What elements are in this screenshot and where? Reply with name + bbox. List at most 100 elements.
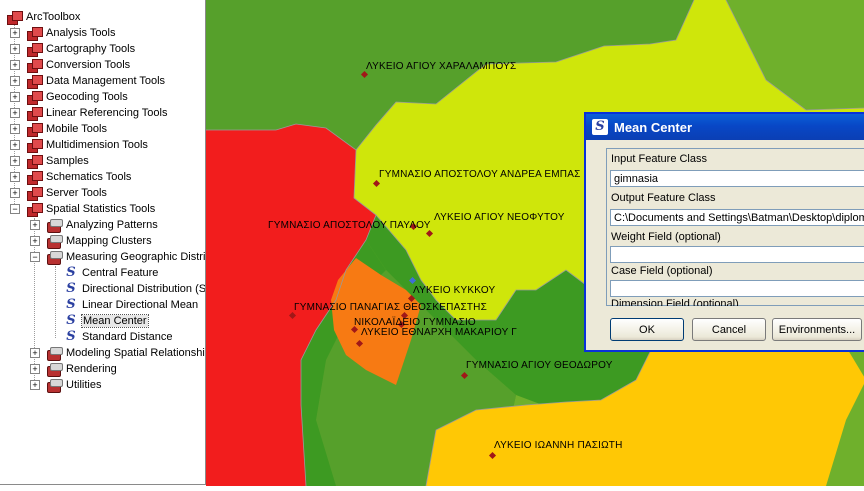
tree-item-label: Linear Directional Mean <box>82 299 199 311</box>
expand-icon[interactable]: + <box>10 140 20 150</box>
input-feature-class-label: Input Feature Class <box>611 153 707 165</box>
script-tool-icon: S <box>66 297 76 312</box>
expand-icon[interactable]: + <box>30 380 40 390</box>
tree-item-label: Spatial Statistics Tools <box>46 203 156 215</box>
expand-icon[interactable]: + <box>10 76 20 86</box>
tree-item-cartography-tools[interactable]: + Cartography Tools <box>10 41 135 57</box>
script-tool-icon: S <box>66 329 76 344</box>
tree-item-label: Server Tools <box>46 187 107 199</box>
tree-item-modeling-spatial-relationships[interactable]: + Modeling Spatial Relationship <box>30 345 206 361</box>
dialog-titlebar[interactable]: S Mean Center <box>586 114 864 140</box>
school-label: ΛΥΚΕΙΟ ΑΓΙΟΥ ΝΕΟΦΥΤΟΥ <box>434 212 565 223</box>
tree-item-schematics-tools[interactable]: + Schematics Tools <box>10 169 131 185</box>
tree-item-central-feature[interactable]: S Central Feature <box>64 265 158 281</box>
tree-item-label: Multidimension Tools <box>46 139 148 151</box>
toolbox-icon <box>26 154 43 169</box>
expand-icon[interactable]: + <box>10 124 20 134</box>
expand-icon[interactable]: + <box>10 92 20 102</box>
expand-icon[interactable]: + <box>10 188 20 198</box>
tree-item-standard-distance[interactable]: S Standard Distance <box>64 329 173 345</box>
tree-item-label: Schematics Tools <box>46 171 132 183</box>
expand-icon[interactable]: + <box>30 236 40 246</box>
weight-field-select[interactable] <box>610 246 864 263</box>
collapse-icon[interactable]: − <box>30 252 40 262</box>
tree-item-analysis-tools[interactable]: + Analysis Tools <box>10 25 116 41</box>
tree-item-label: Cartography Tools <box>46 43 136 55</box>
dialog-title: Mean Center <box>614 119 693 135</box>
tree-item-rendering[interactable]: + Rendering <box>30 361 117 377</box>
tree-item-label: Mobile Tools <box>46 123 107 135</box>
toolbox-icon <box>6 10 23 25</box>
tree-item-label: Mapping Clusters <box>66 235 152 247</box>
tree-item-multidimension-tools[interactable]: + Multidimension Tools <box>10 137 148 153</box>
school-label: ΓΥΜΝΑΣΙΟ ΑΠΟΣΤΟΛΟΥ ΠΑΥΛΟΥ <box>268 220 431 231</box>
tree-item-linear-referencing-tools[interactable]: + Linear Referencing Tools <box>10 105 167 121</box>
toolbox-icon <box>26 42 43 57</box>
arctoolbox-panel: ArcToolbox + Analysis Tools + Cartograph… <box>0 0 206 485</box>
tree-root-label: ArcToolbox <box>26 11 81 23</box>
case-field-label: Case Field (optional) <box>611 265 713 277</box>
tree-item-label: Conversion Tools <box>46 59 131 71</box>
toolset-icon <box>46 218 63 233</box>
tree-item-label: Analyzing Patterns <box>66 219 158 231</box>
tree-item-label: Utilities <box>66 379 102 391</box>
expand-icon[interactable]: + <box>30 220 40 230</box>
tree-item-label: Samples <box>46 155 89 167</box>
expand-icon[interactable]: + <box>10 108 20 118</box>
school-label: ΛΥΚΕΙΟ ΕΘΝΑΡΧΗ ΜΑΚΑΡΙΟΥ Γ <box>361 327 517 338</box>
school-label: ΓΥΜΝΑΣΙΟ ΑΓΙΟΥ ΘΕΟΔΩΡΟΥ <box>466 360 613 371</box>
tree-item-mapping-clusters[interactable]: + Mapping Clusters <box>30 233 152 249</box>
expand-icon[interactable]: + <box>10 28 20 38</box>
tree-item-analyzing-patterns[interactable]: + Analyzing Patterns <box>30 217 158 233</box>
tree-item-spatial-statistics-tools[interactable]: − Spatial Statistics Tools <box>10 201 155 217</box>
toolbox-icon <box>26 138 43 153</box>
toolbox-icon <box>26 26 43 41</box>
dialog-parameters-panel: Input Feature Class gimnasia Output Feat… <box>606 148 864 306</box>
tree-item-samples[interactable]: + Samples <box>10 153 89 169</box>
toolset-icon <box>46 346 63 361</box>
tree-item-label: Geocoding Tools <box>46 91 128 103</box>
tree-item-label: Data Management Tools <box>46 75 166 87</box>
collapse-icon[interactable]: − <box>10 204 20 214</box>
tree-item-label: Modeling Spatial Relationship <box>66 347 206 359</box>
tree-item-conversion-tools[interactable]: + Conversion Tools <box>10 57 130 73</box>
tree-item-linear-directional-mean[interactable]: S Linear Directional Mean <box>64 297 198 313</box>
environments-button[interactable]: Environments... <box>772 318 862 341</box>
toolset-icon <box>46 234 63 249</box>
tree-item-mobile-tools[interactable]: + Mobile Tools <box>10 121 107 137</box>
mean-center-dialog: S Mean Center Input Feature Class gimnas… <box>584 112 864 352</box>
case-field-select[interactable] <box>610 280 864 297</box>
expand-icon[interactable]: + <box>10 60 20 70</box>
expand-icon[interactable]: + <box>30 364 40 374</box>
input-feature-class-field[interactable]: gimnasia <box>610 170 864 187</box>
expand-icon[interactable]: + <box>30 348 40 358</box>
toolset-icon <box>46 378 63 393</box>
script-tool-icon: S <box>592 119 608 135</box>
toolbox-icon <box>26 170 43 185</box>
toolbox-icon <box>26 202 43 217</box>
toolbox-icon <box>26 186 43 201</box>
tree-item-label: Directional Distribution (S <box>82 283 206 295</box>
tree-item-server-tools[interactable]: + Server Tools <box>10 185 107 201</box>
tree-item-geocoding-tools[interactable]: + Geocoding Tools <box>10 89 128 105</box>
tree-item-utilities[interactable]: + Utilities <box>30 377 101 393</box>
school-label: ΓΥΜΝΑΣΙΟ ΠΑΝΑΓΙΑΣ ΘΕΟΣΚΕΠΑΣΤΗΣ <box>294 302 487 313</box>
output-feature-class-field[interactable]: C:\Documents and Settings\Batman\Desktop… <box>610 209 864 226</box>
tree-item-label: Measuring Geographic Distri <box>66 251 206 263</box>
tree-item-mean-center[interactable]: S Mean Center <box>64 313 149 329</box>
tree-item-directional-distribution[interactable]: S Directional Distribution (S <box>64 281 206 297</box>
cancel-button[interactable]: Cancel <box>692 318 766 341</box>
expand-icon[interactable]: + <box>10 156 20 166</box>
school-label: ΛΥΚΕΙΟ ΙΩΑΝΝΗ ΠΑΣΙΩΤΗ <box>494 440 623 451</box>
tree-item-label: Linear Referencing Tools <box>46 107 168 119</box>
tree-item-data-management-tools[interactable]: + Data Management Tools <box>10 73 165 89</box>
tree-root[interactable]: ArcToolbox <box>6 9 80 25</box>
tree-item-measuring-geographic-distributions[interactable]: − Measuring Geographic Distri <box>30 249 205 265</box>
toolbox-icon <box>26 122 43 137</box>
tree-item-label: Standard Distance <box>82 331 173 343</box>
expand-icon[interactable]: + <box>10 44 20 54</box>
expand-icon[interactable]: + <box>10 172 20 182</box>
toolset-icon <box>46 250 63 265</box>
ok-button[interactable]: OK <box>610 318 684 341</box>
tree-item-label: Rendering <box>66 363 117 375</box>
